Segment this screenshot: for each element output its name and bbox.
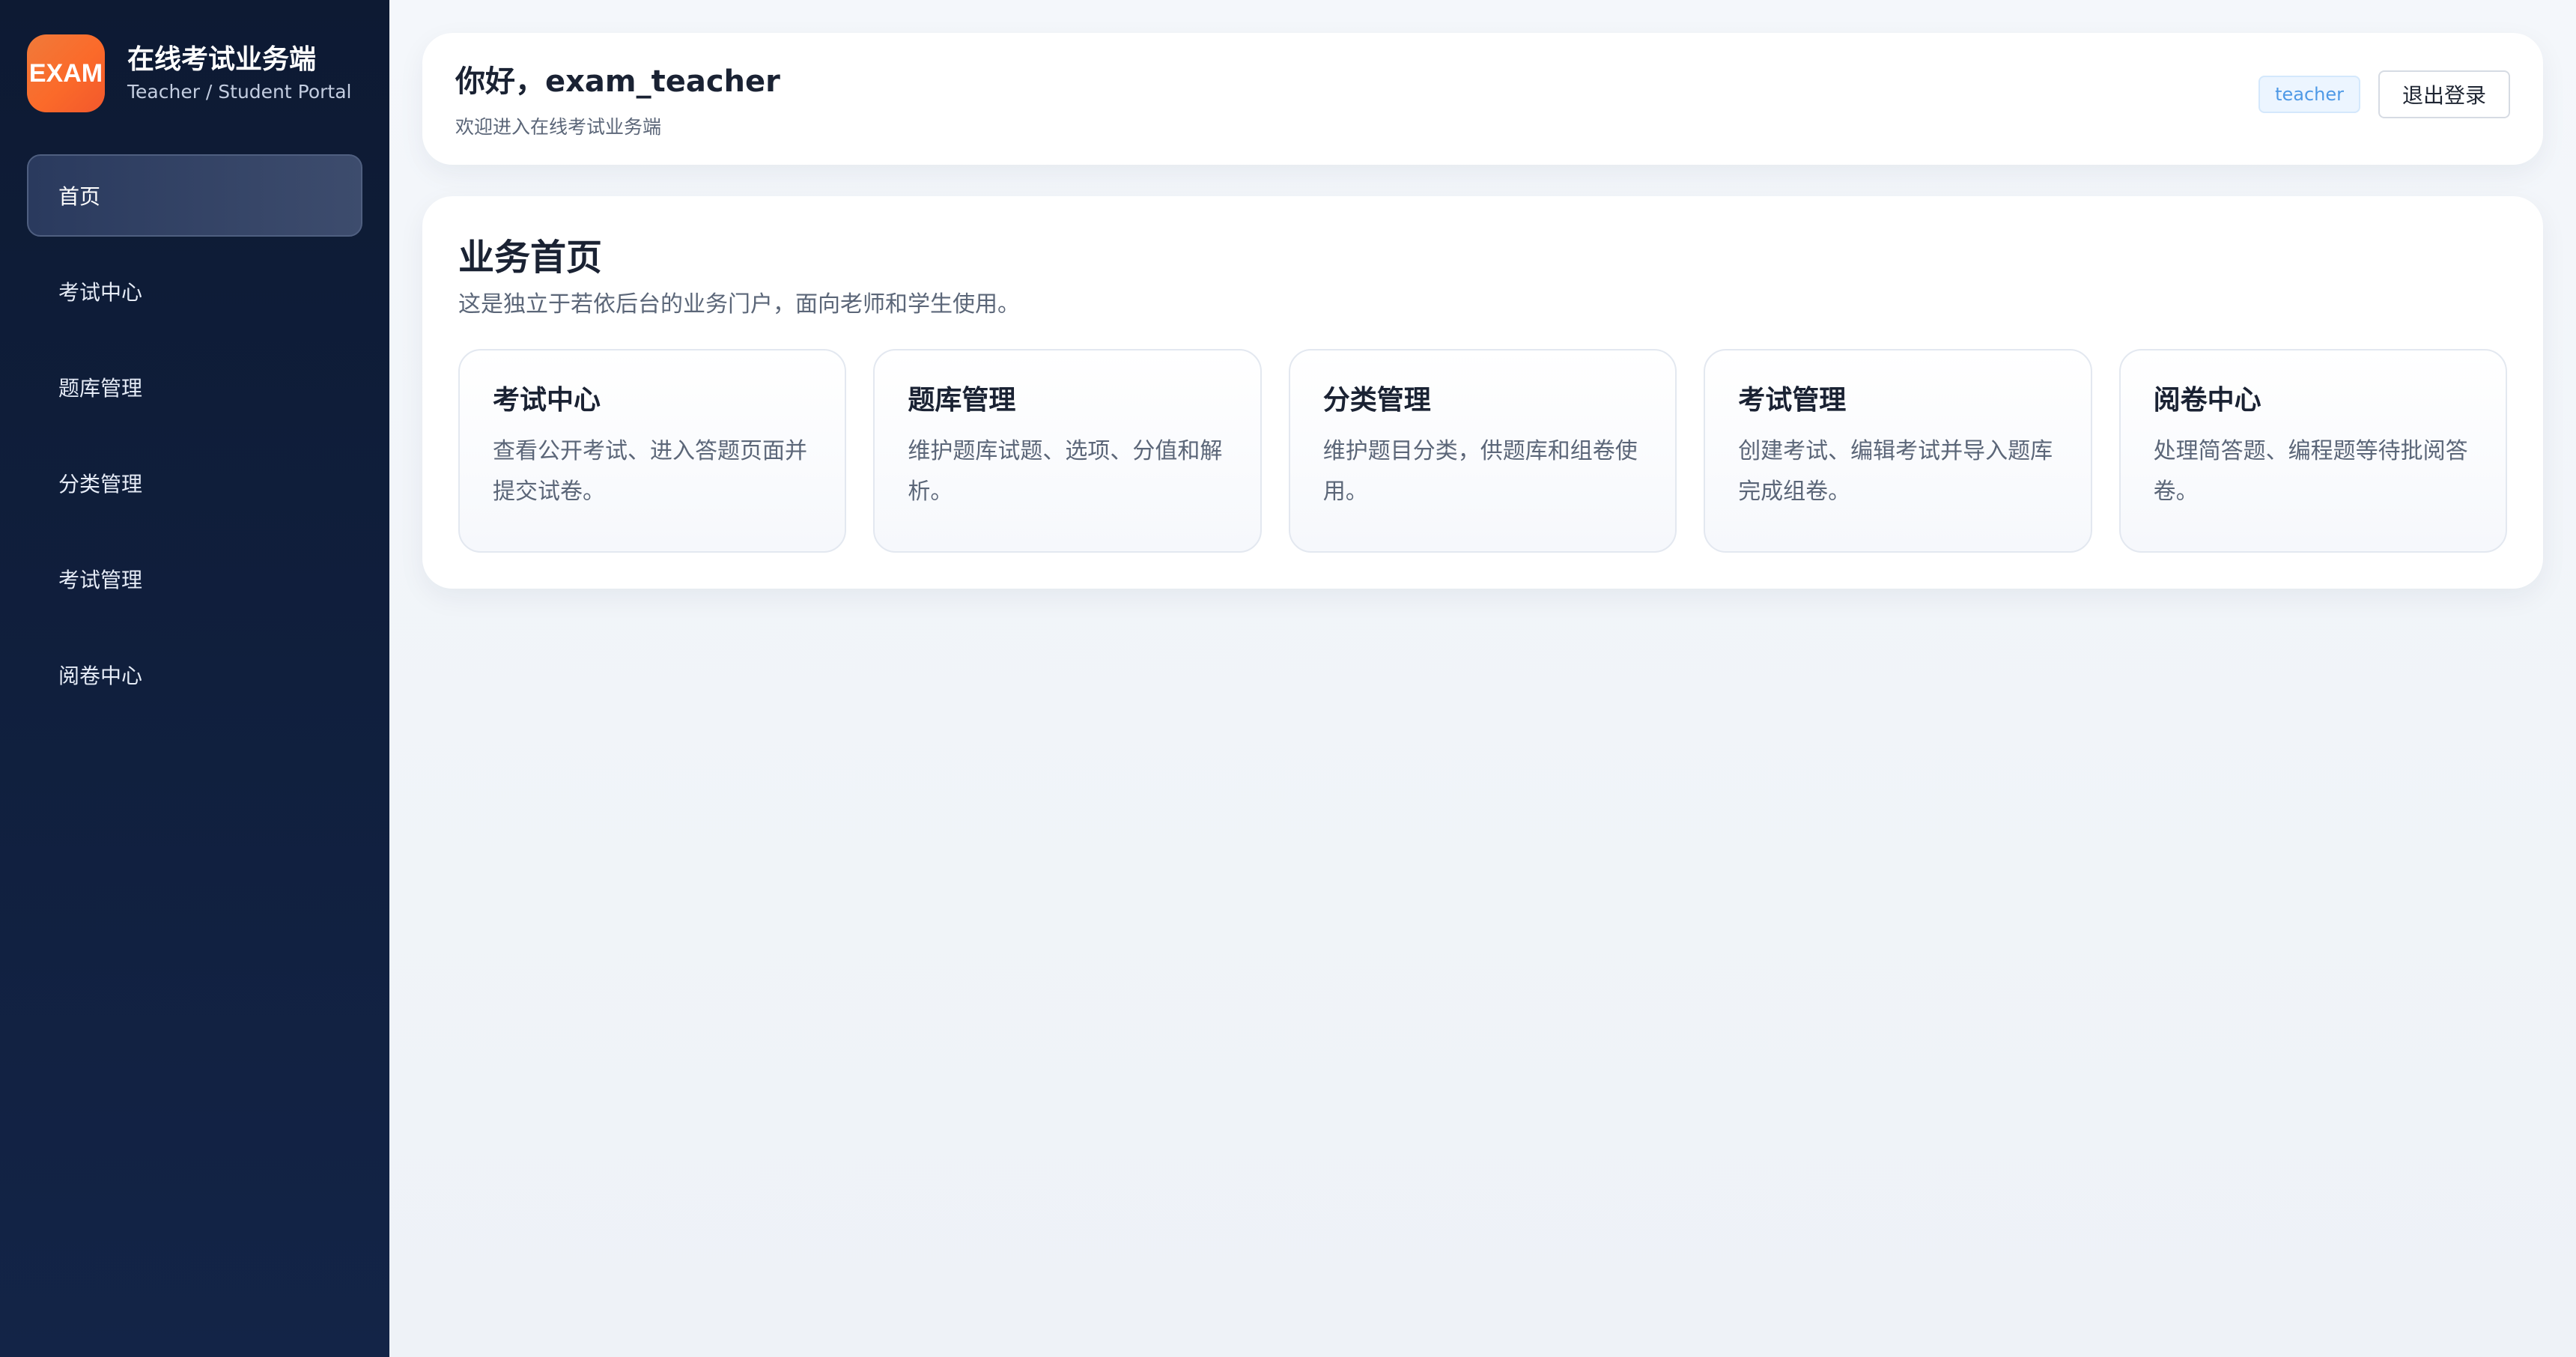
card-grading-center[interactable]: 阅卷中心 处理简答题、编程题等待批阅答卷。	[2118, 349, 2507, 553]
card-exam-management[interactable]: 考试管理 创建考试、编辑考试并导入题库完成组卷。	[1704, 349, 2092, 553]
role-badge: teacher	[2258, 76, 2360, 113]
logout-button[interactable]: 退出登录	[2378, 70, 2510, 118]
brand: EXAM 在线考试业务端 Teacher / Student Portal	[27, 34, 362, 112]
greeting: 你好，exam_teacher	[455, 64, 780, 99]
sidebar-item-label: 考试管理	[58, 568, 143, 592]
sidebar-item-exam-management[interactable]: 考试管理	[27, 538, 362, 620]
card-description: 查看公开考试、进入答题页面并提交试卷。	[493, 438, 807, 505]
header-left: 你好，exam_teacher 欢迎进入在线考试业务端	[455, 61, 780, 165]
sidebar-item-label: 首页	[58, 184, 101, 209]
brand-text: 在线考试业务端 Teacher / Student Portal	[127, 42, 351, 105]
card-title: 考试中心	[493, 385, 601, 416]
card-category[interactable]: 分类管理 维护题目分类，供题库和组卷使用。	[1288, 349, 1677, 553]
app-root: EXAM 在线考试业务端 Teacher / Student Portal 首页…	[0, 0, 2576, 1357]
sidebar-item-label: 考试中心	[58, 280, 143, 305]
app-title: 在线考试业务端	[127, 44, 317, 75]
sidebar-item-label: 阅卷中心	[58, 664, 143, 688]
card-exam-center[interactable]: 考试中心 查看公开考试、进入答题页面并提交试卷。	[458, 349, 847, 553]
card-title: 阅卷中心	[2153, 385, 2261, 416]
sidebar-item-label: 题库管理	[58, 376, 143, 401]
main-area: 你好，exam_teacher 欢迎进入在线考试业务端 teacher 退出登录…	[389, 0, 2576, 1357]
card-title: 分类管理	[1322, 385, 1431, 416]
sidebar-item-home[interactable]: 首页	[27, 154, 362, 237]
card-description: 处理简答题、编程题等待批阅答卷。	[2153, 438, 2468, 505]
exam-logo: EXAM	[27, 34, 105, 112]
content-card: 业务首页 这是独立于若依后台的业务门户，面向老师和学生使用。 考试中心 查看公开…	[422, 196, 2543, 589]
sidebar-item-question-bank[interactable]: 题库管理	[27, 346, 362, 428]
page-title: 业务首页	[458, 237, 603, 279]
card-description: 创建考试、编辑考试并导入题库完成组卷。	[1738, 438, 2053, 505]
sidebar-item-exam-center[interactable]: 考试中心	[27, 250, 362, 333]
header-actions: teacher 退出登录	[2258, 57, 2510, 132]
sidebar-item-label: 分类管理	[58, 472, 143, 497]
welcome-text: 欢迎进入在线考试业务端	[455, 116, 662, 138]
app-subtitle: Teacher / Student Portal	[127, 81, 352, 103]
header-card: 你好，exam_teacher 欢迎进入在线考试业务端 teacher 退出登录	[422, 33, 2543, 165]
card-description: 维护题库试题、选项、分值和解析。	[908, 438, 1223, 505]
feature-cards: 考试中心 查看公开考试、进入答题页面并提交试卷。 题库管理 维护题库试题、选项、…	[458, 349, 2507, 553]
card-description: 维护题目分类，供题库和组卷使用。	[1322, 438, 1638, 505]
sidebar-item-grading-center[interactable]: 阅卷中心	[27, 634, 362, 716]
sidebar-item-category[interactable]: 分类管理	[27, 442, 362, 524]
sidebar: EXAM 在线考试业务端 Teacher / Student Portal 首页…	[0, 0, 389, 1357]
card-title: 题库管理	[908, 385, 1016, 416]
card-question-bank[interactable]: 题库管理 维护题库试题、选项、分值和解析。	[873, 349, 1262, 553]
sidebar-nav: 首页 考试中心 题库管理 分类管理 考试管理 阅卷中心	[27, 154, 362, 729]
card-title: 考试管理	[1738, 385, 1847, 416]
page-description: 这是独立于若依后台的业务门户，面向老师和学生使用。	[458, 291, 1020, 318]
